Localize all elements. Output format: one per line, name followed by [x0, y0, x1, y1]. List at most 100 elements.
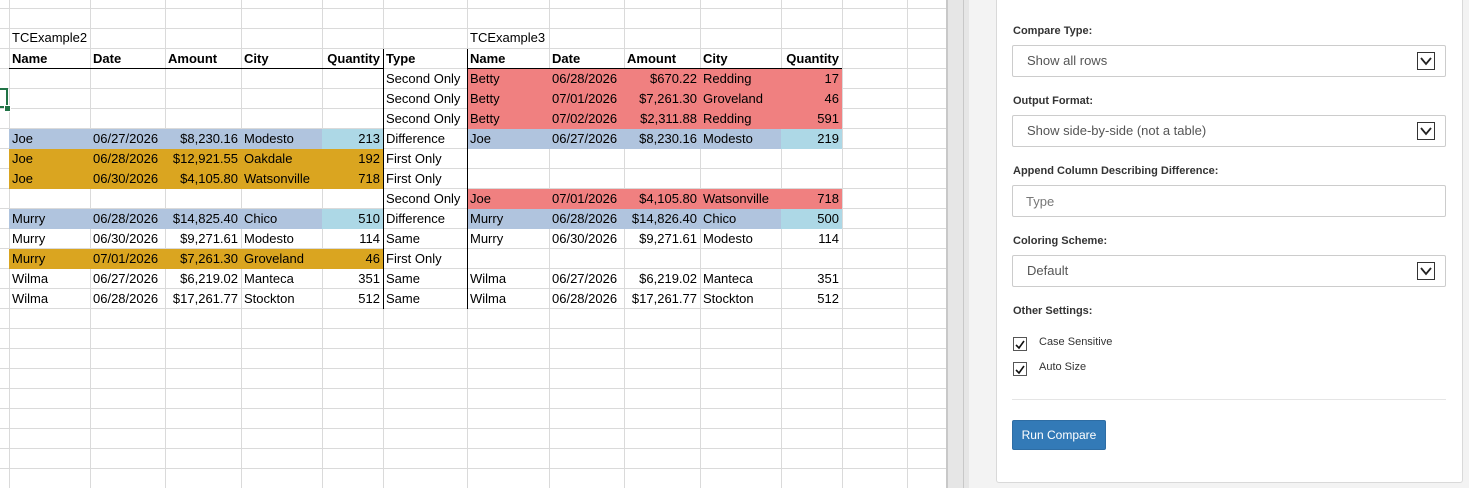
- right-data-cell[interactable]: Murry: [467, 229, 549, 249]
- case-sensitive-checkbox[interactable]: [1013, 337, 1027, 351]
- right-header-cell[interactable]: City: [700, 49, 781, 69]
- left-data-cell[interactable]: Joe: [9, 149, 90, 169]
- right-data-cell[interactable]: Modesto: [700, 229, 781, 249]
- left-data-cell[interactable]: [9, 109, 90, 129]
- left-data-cell[interactable]: $8,230.16: [165, 129, 241, 149]
- right-data-cell[interactable]: Joe: [467, 129, 549, 149]
- right-data-cell[interactable]: 351: [781, 269, 842, 289]
- left-data-cell[interactable]: [322, 109, 383, 129]
- left-data-cell[interactable]: [165, 69, 241, 89]
- right-data-cell[interactable]: $9,271.61: [624, 229, 700, 249]
- left-data-cell[interactable]: [90, 109, 165, 129]
- left-data-cell[interactable]: Manteca: [241, 269, 322, 289]
- left-data-cell[interactable]: Modesto: [241, 129, 322, 149]
- compare-type-select[interactable]: Show all rows: [1012, 45, 1446, 77]
- left-data-cell[interactable]: Chico: [241, 209, 322, 229]
- left-data-cell[interactable]: $12,921.55: [165, 149, 241, 169]
- left-data-cell[interactable]: $7,261.30: [165, 249, 241, 269]
- right-data-cell[interactable]: 46: [781, 89, 842, 109]
- left-data-cell[interactable]: 06/30/2026: [90, 169, 165, 189]
- left-data-cell[interactable]: [9, 69, 90, 89]
- right-data-cell[interactable]: 06/30/2026: [549, 229, 624, 249]
- left-data-cell[interactable]: 06/27/2026: [90, 129, 165, 149]
- left-data-cell[interactable]: Stockton: [241, 289, 322, 309]
- type-cell[interactable]: First Only: [383, 169, 467, 189]
- type-cell[interactable]: First Only: [383, 249, 467, 269]
- type-cell[interactable]: First Only: [383, 149, 467, 169]
- coloring-scheme-select[interactable]: Default: [1012, 255, 1446, 287]
- left-data-cell[interactable]: $6,219.02: [165, 269, 241, 289]
- left-data-cell[interactable]: [90, 189, 165, 209]
- right-data-cell[interactable]: [467, 249, 549, 269]
- left-data-cell[interactable]: Murry: [9, 249, 90, 269]
- type-cell[interactable]: Same: [383, 229, 467, 249]
- right-header-cell[interactable]: Quantity: [781, 49, 842, 69]
- left-data-cell[interactable]: $4,105.80: [165, 169, 241, 189]
- type-cell[interactable]: Same: [383, 289, 467, 309]
- right-data-cell[interactable]: $2,311.88: [624, 109, 700, 129]
- left-data-cell[interactable]: [90, 89, 165, 109]
- right-data-cell[interactable]: $8,230.16: [624, 129, 700, 149]
- right-data-cell[interactable]: Stockton: [700, 289, 781, 309]
- right-data-cell[interactable]: [624, 149, 700, 169]
- right-data-cell[interactable]: 512: [781, 289, 842, 309]
- output-format-select[interactable]: Show side-by-side (not a table): [1012, 115, 1446, 147]
- left-data-cell[interactable]: 192: [322, 149, 383, 169]
- right-data-cell[interactable]: $4,105.80: [624, 189, 700, 209]
- type-cell[interactable]: Second Only: [383, 189, 467, 209]
- right-data-cell[interactable]: 500: [781, 209, 842, 229]
- type-cell[interactable]: Difference: [383, 129, 467, 149]
- right-data-cell[interactable]: [549, 249, 624, 269]
- left-data-cell[interactable]: [90, 69, 165, 89]
- left-data-cell[interactable]: 07/01/2026: [90, 249, 165, 269]
- left-data-cell[interactable]: [241, 189, 322, 209]
- left-data-cell[interactable]: Modesto: [241, 229, 322, 249]
- left-data-cell[interactable]: $17,261.77: [165, 289, 241, 309]
- right-data-cell[interactable]: Chico: [700, 209, 781, 229]
- left-data-cell[interactable]: Murry: [9, 209, 90, 229]
- right-data-cell[interactable]: 06/28/2026: [549, 209, 624, 229]
- right-data-cell[interactable]: $14,826.40: [624, 209, 700, 229]
- right-data-cell[interactable]: [467, 149, 549, 169]
- right-data-cell[interactable]: 219: [781, 129, 842, 149]
- left-data-cell[interactable]: Murry: [9, 229, 90, 249]
- right-data-cell[interactable]: Redding: [700, 109, 781, 129]
- right-data-cell[interactable]: [624, 249, 700, 269]
- right-data-cell[interactable]: Betty: [467, 69, 549, 89]
- left-data-cell[interactable]: [322, 189, 383, 209]
- right-data-cell[interactable]: 06/27/2026: [549, 269, 624, 289]
- right-data-cell[interactable]: [781, 249, 842, 269]
- right-data-cell[interactable]: 06/28/2026: [549, 289, 624, 309]
- left-data-cell[interactable]: Watsonville: [241, 169, 322, 189]
- left-data-cell[interactable]: 510: [322, 209, 383, 229]
- left-data-cell[interactable]: Wilma: [9, 269, 90, 289]
- spreadsheet-grid[interactable]: TCExample2 TCExample3 Name Date Amount City Qu…: [0, 0, 946, 488]
- right-data-cell[interactable]: Groveland: [700, 89, 781, 109]
- right-table-title[interactable]: TCExample3: [467, 28, 549, 48]
- left-data-cell[interactable]: Joe: [9, 169, 90, 189]
- type-cell[interactable]: Second Only: [383, 109, 467, 129]
- type-cell[interactable]: Second Only: [383, 69, 467, 89]
- left-data-cell[interactable]: [241, 109, 322, 129]
- right-data-cell[interactable]: 718: [781, 189, 842, 209]
- right-data-cell[interactable]: $7,261.30: [624, 89, 700, 109]
- right-data-cell[interactable]: Murry: [467, 209, 549, 229]
- type-cell[interactable]: Difference: [383, 209, 467, 229]
- right-data-cell[interactable]: 07/02/2026: [549, 109, 624, 129]
- type-cell[interactable]: Second Only: [383, 89, 467, 109]
- left-data-cell[interactable]: 213: [322, 129, 383, 149]
- left-data-cell[interactable]: [165, 189, 241, 209]
- right-data-cell[interactable]: Betty: [467, 89, 549, 109]
- right-data-cell[interactable]: $670.22: [624, 69, 700, 89]
- right-data-cell[interactable]: Modesto: [700, 129, 781, 149]
- left-data-cell[interactable]: 114: [322, 229, 383, 249]
- append-column-input[interactable]: [1012, 185, 1446, 217]
- right-data-cell[interactable]: Manteca: [700, 269, 781, 289]
- left-header-cell[interactable]: Type: [383, 49, 467, 69]
- right-data-cell[interactable]: [781, 169, 842, 189]
- right-header-cell[interactable]: Date: [549, 49, 624, 69]
- left-header-cell[interactable]: Quantity: [322, 49, 383, 69]
- right-data-cell[interactable]: [700, 169, 781, 189]
- left-data-cell[interactable]: $9,271.61: [165, 229, 241, 249]
- left-data-cell[interactable]: 06/28/2026: [90, 209, 165, 229]
